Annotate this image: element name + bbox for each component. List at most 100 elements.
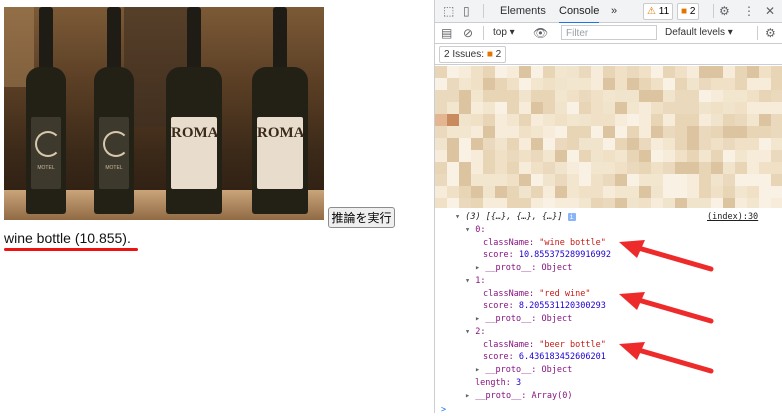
array-item-1-toggle[interactable]: ▾ 1:: [465, 276, 486, 287]
red-arrow-annotation-3: [619, 342, 714, 374]
pixel-cell: [723, 138, 735, 150]
more-tabs-button[interactable]: »: [611, 0, 617, 22]
red-underline-annotation: [4, 248, 138, 251]
log-levels-dropdown[interactable]: Default levels ▾: [665, 25, 733, 41]
item-2-proto[interactable]: ▸ __proto__: Object: [475, 365, 572, 376]
pixel-cell: [723, 174, 735, 186]
settings-gear-icon[interactable]: ⚙: [719, 3, 730, 19]
pixel-cell: [507, 102, 519, 114]
sidebar-toggle-icon[interactable]: ▤: [441, 25, 452, 41]
array-item-0-toggle[interactable]: ▾ 0:: [465, 225, 486, 236]
device-toolbar-icon[interactable]: ▯: [463, 3, 470, 19]
pixel-cell: [471, 90, 483, 102]
pixel-cell: [615, 78, 627, 90]
pixel-cell: [759, 186, 771, 198]
log-source-link[interactable]: (index):30: [707, 212, 758, 223]
pixel-cell: [483, 126, 495, 138]
wine-bottle-4: ROMA: [252, 7, 308, 214]
clear-console-icon[interactable]: ⊘: [463, 25, 473, 41]
pixel-cell: [543, 102, 555, 114]
pixel-cell: [471, 150, 483, 162]
pixel-cell: [447, 174, 459, 186]
console-settings-gear-icon[interactable]: ⚙: [765, 25, 776, 41]
pixel-cell: [447, 138, 459, 150]
pixel-cell: [471, 162, 483, 174]
pixel-cell: [627, 150, 639, 162]
pixel-cell: [531, 78, 543, 90]
pixel-cell: [651, 78, 663, 90]
pixel-cell: [639, 186, 651, 198]
pixel-cell: [615, 150, 627, 162]
pixel-cell: [615, 126, 627, 138]
pixel-cell: [495, 90, 507, 102]
prediction-result: wine bottle (10.855).: [4, 230, 131, 246]
pixel-cell: [711, 198, 723, 208]
pixel-cell: [459, 174, 471, 186]
inspect-element-icon[interactable]: ⬚: [443, 3, 454, 19]
pixel-cell: [447, 198, 459, 208]
pixel-cell: [723, 162, 735, 174]
pixel-cell: [435, 150, 447, 162]
pixel-cell: [711, 162, 723, 174]
pixel-cell: [675, 66, 687, 78]
pixel-cell: [663, 126, 675, 138]
pixel-cell: [735, 78, 747, 90]
pixel-cell: [495, 138, 507, 150]
warnings-badge[interactable]: ⚠ 11: [643, 3, 674, 20]
pixel-cell: [735, 66, 747, 78]
pixel-cell: [459, 126, 471, 138]
pixel-cell: [615, 114, 627, 126]
pixel-cell: [531, 150, 543, 162]
pixel-cell: [747, 90, 759, 102]
pixel-cell: [579, 150, 591, 162]
console-filter-input[interactable]: Filter: [561, 25, 657, 40]
pixel-cell: [495, 126, 507, 138]
pixel-cell: [627, 126, 639, 138]
pixel-cell: [543, 138, 555, 150]
issues-link-button[interactable]: 2 Issues: ■ 2: [439, 46, 507, 63]
issue-flag-icon: ■: [486, 49, 493, 60]
pixel-cell: [747, 66, 759, 78]
close-devtools-icon[interactable]: ✕: [765, 3, 775, 19]
pixel-cell: [675, 138, 687, 150]
pixel-cell: [699, 162, 711, 174]
wine-bottle-2: MOTEL: [94, 7, 134, 214]
pixel-cell: [627, 114, 639, 126]
red-arrow-annotation-1: [619, 240, 714, 272]
item-1-proto[interactable]: ▸ __proto__: Object: [475, 314, 572, 325]
pixel-cell: [567, 66, 579, 78]
live-expression-eye-icon[interactable]: 👁: [533, 25, 548, 41]
log-array-summary[interactable]: ▾ (3) [{…}, {…}, {…}] i: [455, 212, 576, 223]
run-inference-button[interactable]: 推論を実行: [328, 207, 395, 228]
pixel-cell: [675, 174, 687, 186]
pixel-cell: [555, 186, 567, 198]
pixel-cell: [591, 78, 603, 90]
pixel-cell: [699, 174, 711, 186]
pixel-cell: [771, 174, 782, 186]
array-item-2-toggle[interactable]: ▾ 2:: [465, 327, 486, 338]
item-0-classname: className: "wine bottle": [483, 238, 606, 248]
tab-console[interactable]: Console: [559, 0, 600, 24]
item-0-proto[interactable]: ▸ __proto__: Object: [475, 263, 572, 274]
pixel-cell: [567, 126, 579, 138]
more-options-icon[interactable]: ⋮: [743, 3, 755, 19]
pixel-cell: [759, 90, 771, 102]
pixel-cell: [603, 126, 615, 138]
console-prompt[interactable]: >: [441, 405, 446, 416]
pixel-cell: [603, 138, 615, 150]
pixel-cell: [483, 102, 495, 114]
context-selector[interactable]: top ▾: [493, 25, 515, 41]
pixel-cell: [603, 78, 615, 90]
pixel-cell: [747, 162, 759, 174]
pixel-cell: [519, 138, 531, 150]
pixel-cell: [747, 126, 759, 138]
issues-badge[interactable]: ■ 2: [677, 3, 700, 20]
pixel-cell: [723, 186, 735, 198]
array-proto[interactable]: ▸ __proto__: Array(0): [465, 391, 572, 402]
tab-elements[interactable]: Elements: [500, 0, 546, 22]
pixel-cell: [615, 102, 627, 114]
pixel-cell: [771, 78, 782, 90]
pixel-cell: [615, 138, 627, 150]
pixel-cell: [567, 138, 579, 150]
pixel-cell: [471, 66, 483, 78]
